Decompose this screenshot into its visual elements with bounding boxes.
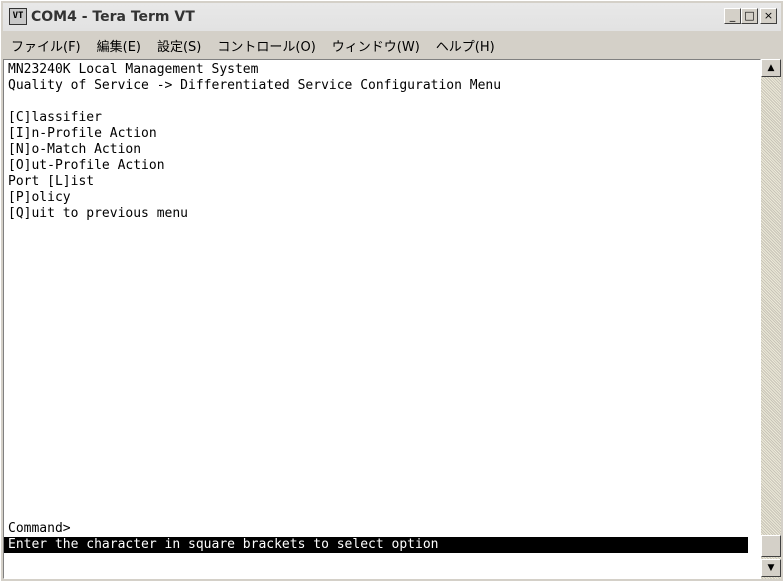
- window-title: COM4 - Tera Term VT: [31, 9, 195, 25]
- menu-bar: ファイル(F) 編集(E) 設定(S) コントロール(O) ウィンドウ(W) ヘ…: [3, 33, 781, 57]
- scroll-up-arrow-icon[interactable]: ▲: [761, 59, 781, 77]
- menu-option-policy: [P]olicy: [8, 190, 71, 205]
- title-bar[interactable]: VT COM4 - Tera Term VT _ □ ×: [3, 3, 781, 31]
- menu-edit[interactable]: 編集(E): [89, 36, 149, 55]
- minimize-button[interactable]: _: [724, 8, 741, 24]
- menu-window[interactable]: ウィンドウ(W): [324, 36, 428, 55]
- terminal-window: VT COM4 - Tera Term VT _ □ × ファイル(F) 編集(…: [0, 0, 784, 582]
- menu-option-quit: [Q]uit to previous menu: [8, 206, 189, 221]
- menu-option-no-match-action: [N]o-Match Action: [8, 142, 142, 157]
- vertical-scrollbar[interactable]: ▲ ▼: [761, 59, 781, 579]
- menu-option-port-list: Port [L]ist: [8, 174, 95, 189]
- tera-term-icon[interactable]: VT: [9, 8, 27, 25]
- terminal-screen[interactable]: MN23240K Local Management System Quality…: [3, 59, 761, 579]
- menu-help[interactable]: ヘルプ(H): [428, 36, 503, 55]
- close-button[interactable]: ×: [760, 8, 777, 24]
- terminal-line-menu-path: Quality of Service -> Differentiated Ser…: [8, 78, 502, 93]
- menu-setup[interactable]: 設定(S): [149, 36, 209, 55]
- maximize-button[interactable]: □: [741, 8, 758, 24]
- menu-option-classifier: [C]lassifier: [8, 110, 102, 125]
- window-controls: _ □ ×: [724, 8, 777, 24]
- scrollbar-thumb[interactable]: [761, 535, 781, 557]
- menu-option-in-profile-action: [I]n-Profile Action: [8, 126, 157, 141]
- menu-option-out-profile-action: [O]ut-Profile Action: [8, 158, 165, 173]
- scroll-down-arrow-icon[interactable]: ▼: [761, 559, 781, 577]
- menu-file[interactable]: ファイル(F): [3, 36, 89, 55]
- terminal-line-system-name: MN23240K Local Management System: [8, 62, 259, 77]
- status-line: Enter the character in square brackets t…: [4, 537, 748, 553]
- menu-control[interactable]: コントロール(O): [209, 36, 323, 55]
- command-prompt: Command>: [8, 521, 71, 536]
